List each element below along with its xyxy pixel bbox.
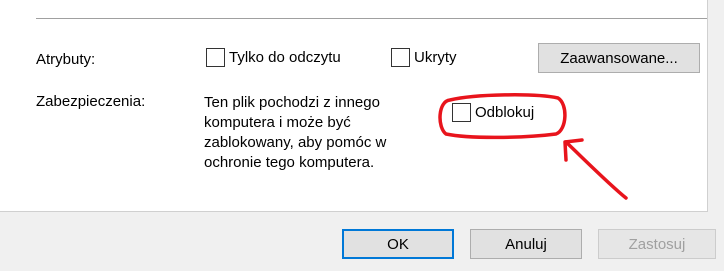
security-message-line: komputera i może być [204, 114, 351, 131]
cancel-button[interactable]: Anuluj [470, 229, 582, 259]
unblock-checkbox-label: Odblokuj [475, 104, 535, 121]
read-only-checkbox[interactable]: Tylko do odczytu [206, 48, 341, 67]
read-only-checkbox-label: Tylko do odczytu [229, 49, 341, 66]
security-message-line: ochronie tego komputera. [204, 154, 375, 171]
hidden-checkbox-label: Ukryty [414, 49, 457, 66]
hidden-checkbox-box[interactable] [391, 48, 410, 67]
advanced-button[interactable]: Zaawansowane... [538, 43, 700, 73]
security-message: Ten plik pochodzi z innego komputera i m… [204, 93, 434, 173]
separator-line [36, 18, 708, 19]
ok-button[interactable]: OK [342, 229, 454, 259]
unblock-checkbox[interactable]: Odblokuj [452, 103, 534, 122]
security-message-line: Ten plik pochodzi z innego [204, 94, 380, 111]
panel-border [707, 0, 708, 212]
hidden-checkbox[interactable]: Ukryty [391, 48, 457, 67]
unblock-checkbox-box[interactable] [452, 103, 471, 122]
attributes-label: Atrybuty: [36, 51, 96, 68]
read-only-checkbox-box[interactable] [206, 48, 225, 67]
panel-border [0, 211, 708, 212]
security-message-line: zablokowany, aby pomóc w [204, 134, 387, 151]
security-label: Zabezpieczenia: [36, 93, 146, 110]
apply-button[interactable]: Zastosuj [598, 229, 716, 259]
